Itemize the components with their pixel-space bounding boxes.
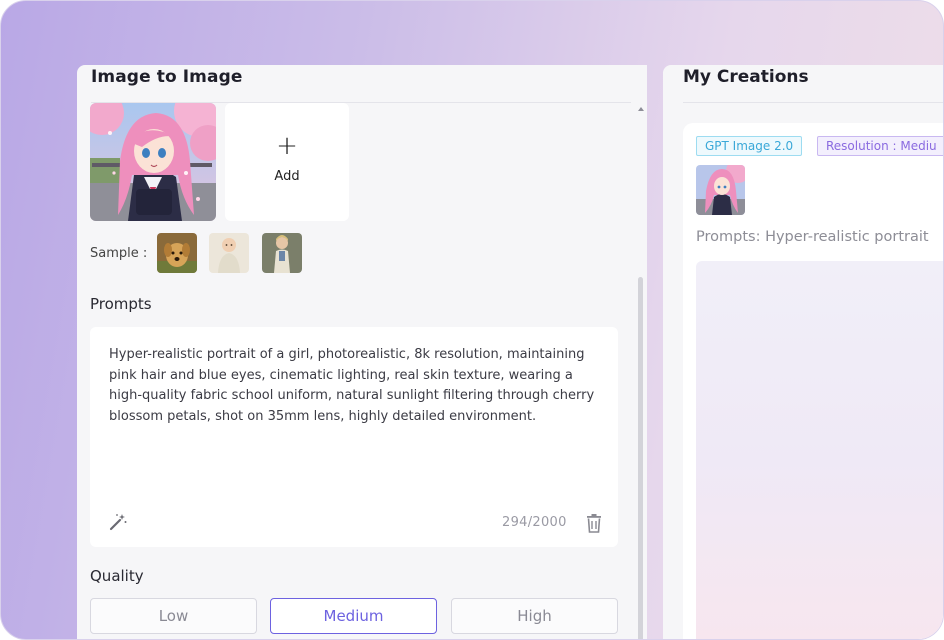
panel-title: My Creations [683, 67, 809, 87]
sample-thumb-woman[interactable] [262, 233, 302, 273]
divider [683, 102, 943, 103]
my-creations-panel: My Creations GPT Image 2.0 Resolution : … [663, 65, 943, 639]
add-image-button[interactable]: + Add [225, 103, 349, 221]
quality-low-button[interactable]: Low [90, 598, 257, 634]
model-tag: GPT Image 2.0 [696, 136, 803, 156]
panel-title: Image to Image [91, 67, 243, 87]
sample-baby-icon [209, 233, 249, 273]
resolution-tag: Resolution : Mediu [817, 136, 943, 156]
sample-thumb-dog[interactable] [157, 233, 197, 273]
sample-thumb-baby[interactable] [209, 233, 249, 273]
creation-card[interactable]: GPT Image 2.0 Resolution : Mediu Prompts… [683, 123, 943, 639]
prompt-textarea[interactable]: Hyper-realistic portrait of a girl, phot… [90, 327, 618, 547]
trash-icon[interactable] [585, 513, 603, 533]
sample-dog-icon [157, 233, 197, 273]
sample-label: Sample : [90, 246, 148, 261]
creation-prompt-text: Prompts: Hyper-realistic portrait [696, 229, 929, 245]
prompt-text[interactable]: Hyper-realistic portrait of a girl, phot… [109, 345, 605, 427]
creation-reference-thumbnail[interactable] [696, 165, 745, 215]
quality-selector: Low Medium High [90, 598, 620, 634]
uploaded-reference-image[interactable] [90, 103, 216, 221]
quality-medium-button[interactable]: Medium [270, 598, 437, 634]
scroll-up-arrow-icon[interactable] [638, 107, 644, 111]
plus-icon: + [276, 131, 298, 161]
anime-girl-thumbnail-icon [696, 165, 745, 215]
character-count: 294/2000 [502, 515, 567, 530]
magic-wand-icon[interactable] [108, 512, 128, 532]
scrollbar-thumb[interactable] [638, 277, 643, 639]
app-window: Image to Image + Add Sample: Prompts Hy… [0, 0, 944, 640]
prompts-label: Prompts [90, 295, 152, 313]
creation-result-placeholder[interactable] [696, 261, 943, 639]
quality-high-button[interactable]: High [451, 598, 618, 634]
sample-woman-icon [262, 233, 302, 273]
quality-label: Quality [90, 567, 144, 585]
scrollbar[interactable] [638, 107, 646, 639]
image-to-image-panel: Image to Image + Add Sample: Prompts Hy… [77, 65, 647, 639]
anime-girl-image-icon [90, 103, 216, 221]
add-label: Add [274, 169, 300, 184]
